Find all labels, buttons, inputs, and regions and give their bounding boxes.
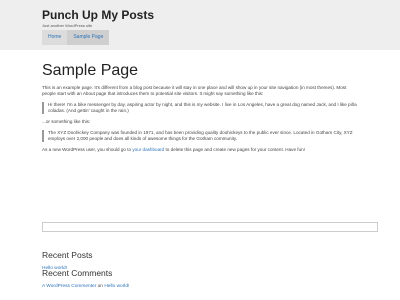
- search-input[interactable]: [42, 222, 378, 232]
- recent-posts-heading: Recent Posts: [42, 250, 93, 260]
- main-navigation: Home Sample Page: [42, 30, 110, 45]
- dashboard-link[interactable]: your dashboard: [132, 147, 164, 152]
- site-description: Just another WordPress site: [42, 23, 93, 28]
- site-header: Punch Up My Posts Just another WordPress…: [0, 0, 400, 50]
- recent-comments-heading: Recent Comments: [42, 268, 113, 278]
- outro-text-before: As a new WordPress user, you should go t…: [42, 147, 133, 152]
- comment-post-link[interactable]: Hello world!: [104, 284, 129, 289]
- comment-author-link[interactable]: A WordPress Commenter: [42, 284, 96, 289]
- nav-item-home[interactable]: Home: [42, 30, 67, 45]
- site-title[interactable]: Punch Up My Posts: [42, 8, 154, 22]
- nav-item-sample-page[interactable]: Sample Page: [67, 30, 110, 45]
- page-content: Sample Page This is an example page. It'…: [42, 62, 360, 153]
- blockquote-xyz-company: The XYZ Doohickey Company was founded in…: [42, 130, 360, 142]
- intro-paragraph: This is an example page. It's different …: [42, 85, 347, 96]
- outro-text-after: to delete this page and create new pages…: [164, 147, 305, 152]
- page-title: Sample Page: [42, 62, 139, 79]
- recent-comment-item: A WordPress Commenter on Hello world!: [42, 284, 129, 289]
- or-paragraph: ...or something like this:: [42, 119, 91, 124]
- outro-paragraph: As a new WordPress user, you should go t…: [42, 147, 360, 153]
- blockquote-bike-messenger: Hi there! I'm a bike messenger by day, a…: [42, 102, 360, 114]
